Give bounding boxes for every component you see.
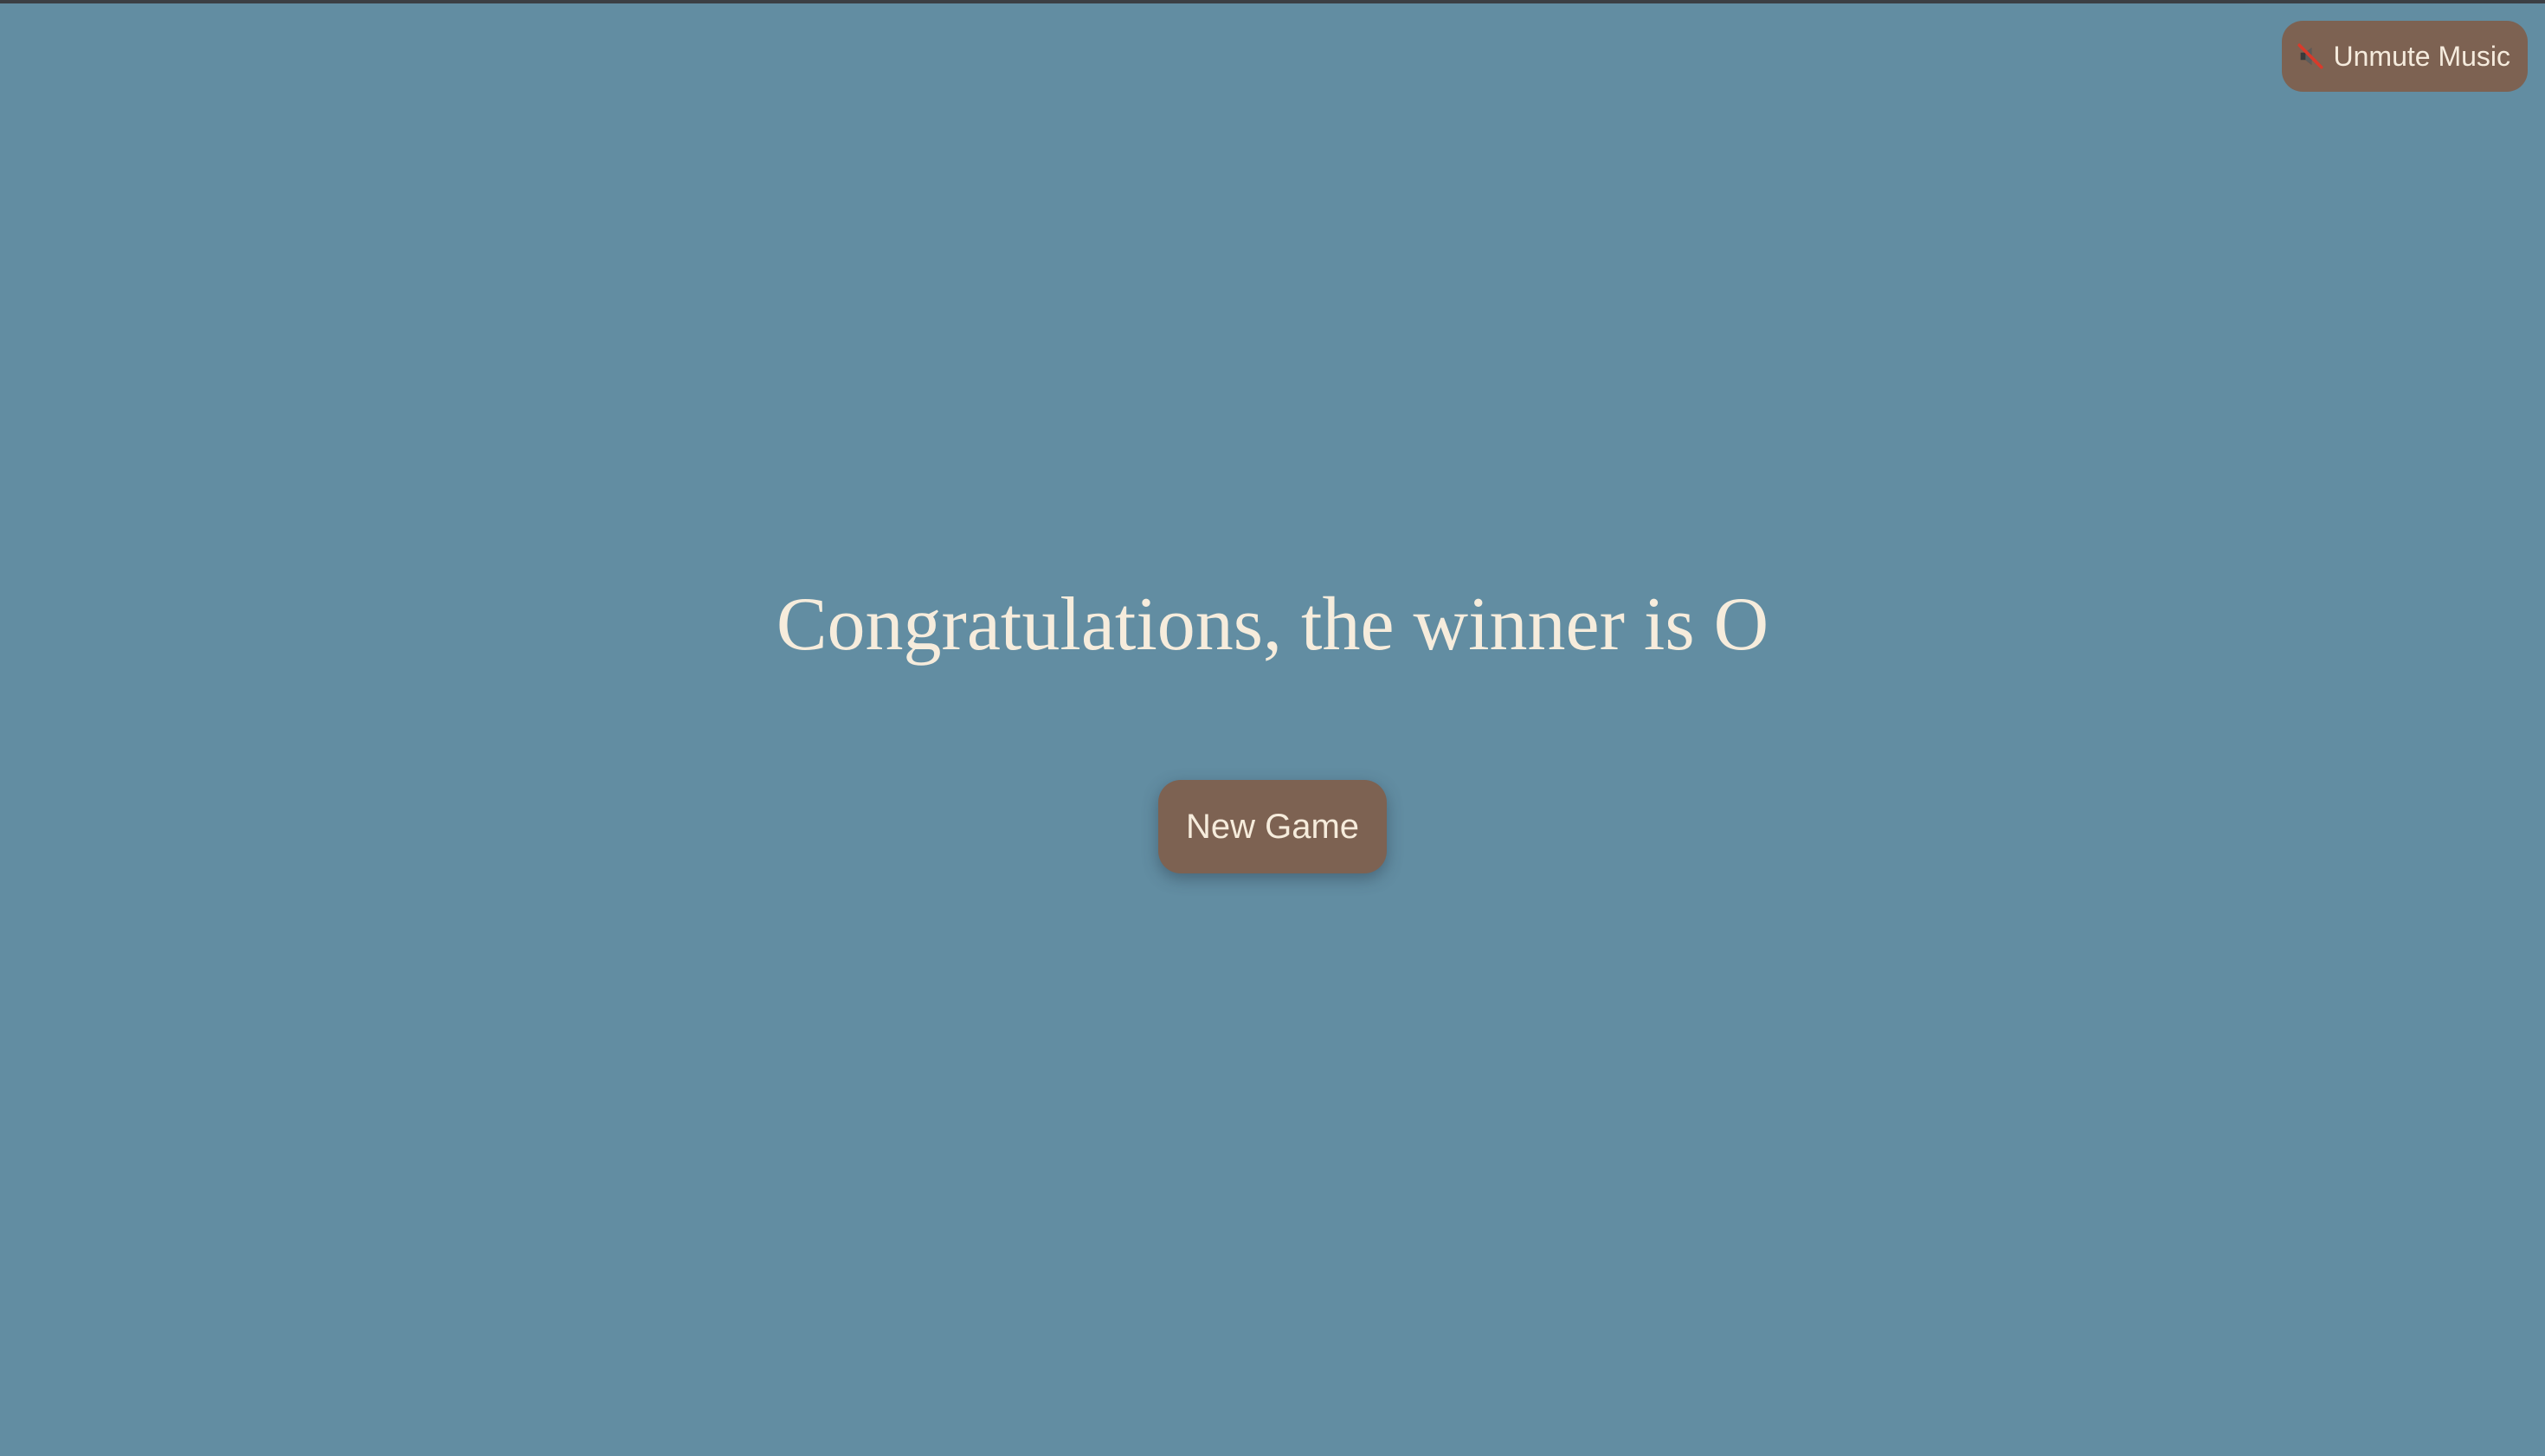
window-top-edge [0, 0, 2545, 3]
muted-speaker-icon [2296, 42, 2325, 71]
new-game-button[interactable]: New Game [1158, 780, 1387, 873]
winner-message: Congratulations, the winner is O [776, 583, 1769, 667]
unmute-music-button[interactable]: Unmute Music [2281, 21, 2528, 92]
unmute-music-label: Unmute Music [2333, 40, 2511, 72]
